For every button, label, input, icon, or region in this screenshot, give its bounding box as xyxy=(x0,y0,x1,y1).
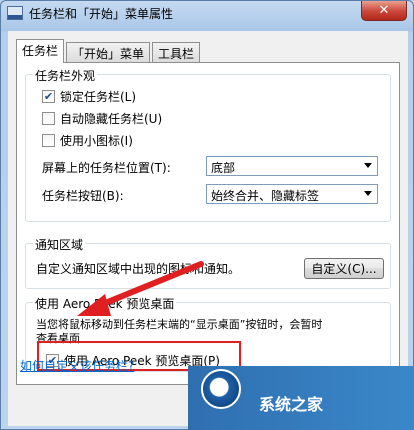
taskbar-icon xyxy=(7,6,23,20)
small-icons-checkbox[interactable] xyxy=(42,134,55,147)
autohide-taskbar-checkbox[interactable] xyxy=(42,112,55,125)
small-icons-label: 使用小图标(I) xyxy=(60,134,133,148)
notification-group-title: 通知区域 xyxy=(33,236,86,253)
window-title: 任务栏和「开始」菜单属性 xyxy=(29,7,174,21)
appearance-group-title: 任务栏外观 xyxy=(33,67,98,84)
appearance-group: 任务栏外观 ✔ 锁定任务栏(L) 自动隐藏任务栏(U) 使用小图标(I) 屏幕上… xyxy=(25,67,391,222)
lock-taskbar-row[interactable]: ✔ 锁定任务栏(L) xyxy=(42,88,136,105)
taskbar-location-value: 底部 xyxy=(211,161,236,175)
tab-panel-taskbar: 任务栏外观 ✔ 锁定任务栏(L) 自动隐藏任务栏(U) 使用小图标(I) 屏幕上… xyxy=(16,62,400,385)
tab-toolbars[interactable]: 工具栏 xyxy=(152,42,201,62)
help-link[interactable]: 如何自定义该任务栏? xyxy=(20,357,134,374)
lock-taskbar-label: 锁定任务栏(L) xyxy=(60,90,137,104)
properties-window: 任务栏和「开始」菜单属性 ✕ 任务栏 「开始」菜单 工具栏 任务栏外观 ✔ 锁定… xyxy=(0,0,414,430)
taskbar-location-select[interactable]: 底部 xyxy=(206,156,378,176)
taskbar-buttons-value: 始终合并、隐藏标签 xyxy=(211,189,320,203)
autohide-taskbar-label: 自动隐藏任务栏(U) xyxy=(60,112,163,126)
customize-notifications-button[interactable]: 自定义(C)... xyxy=(304,258,384,279)
tab-taskbar[interactable]: 任务栏 xyxy=(16,39,65,63)
autohide-taskbar-row[interactable]: 自动隐藏任务栏(U) xyxy=(42,110,162,127)
close-button[interactable]: ✕ xyxy=(361,1,407,21)
watermark-text: 系统之家 xyxy=(259,395,324,414)
lock-taskbar-checkbox[interactable]: ✔ xyxy=(42,90,55,103)
small-icons-row[interactable]: 使用小图标(I) xyxy=(42,132,133,149)
chevron-down-icon xyxy=(364,163,372,168)
chevron-down-icon xyxy=(364,191,372,196)
tab-start-menu[interactable]: 「开始」菜单 xyxy=(66,42,151,62)
taskbar-location-label: 屏幕上的任务栏位置(T): xyxy=(42,161,171,175)
annotation-arrow-icon xyxy=(77,261,204,316)
taskbar-buttons-label: 任务栏按钮(B): xyxy=(42,189,124,203)
watermark-logo-icon xyxy=(201,369,241,409)
taskbar-buttons-select[interactable]: 始终合并、隐藏标签 xyxy=(206,184,378,204)
